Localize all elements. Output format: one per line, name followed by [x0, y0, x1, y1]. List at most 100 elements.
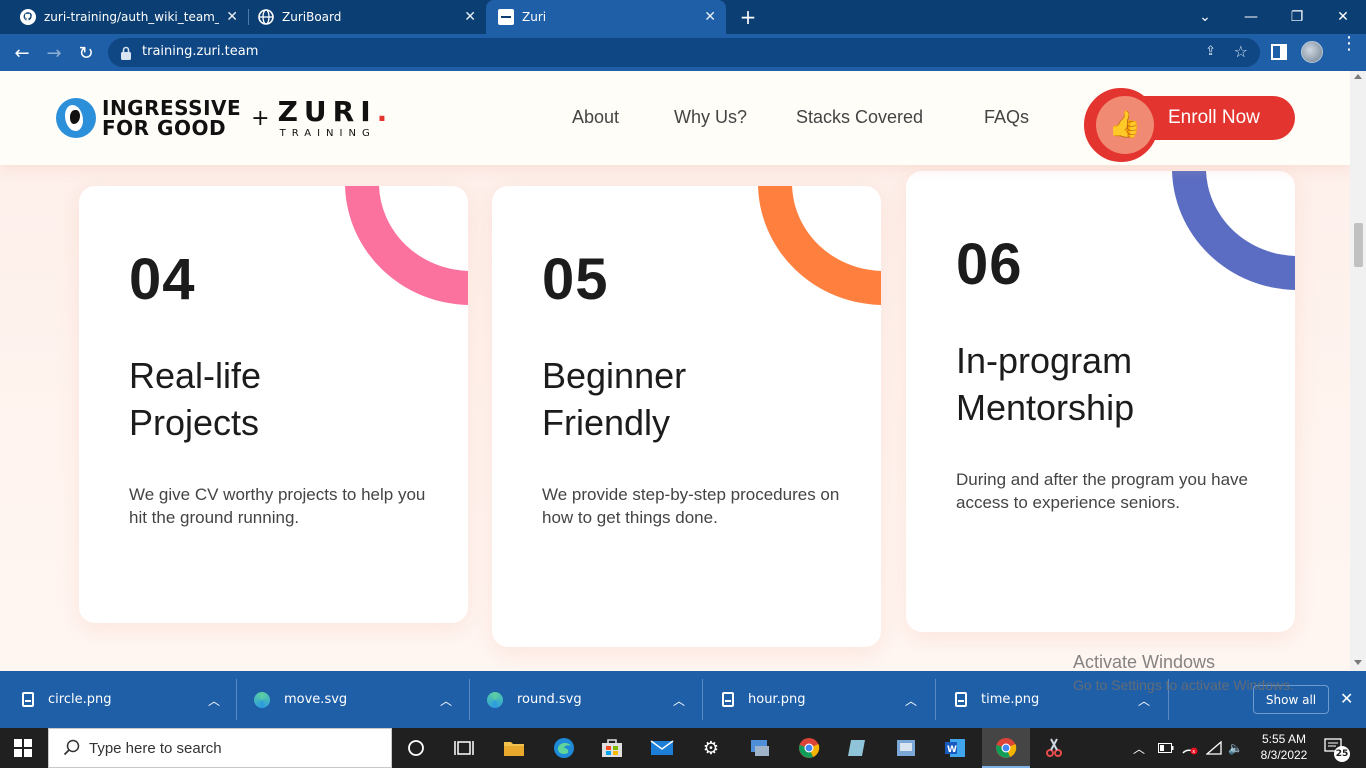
- feature-title: Real-life Projects: [129, 355, 262, 443]
- file-icon: [22, 692, 34, 707]
- browser-toolbar: ← → ↻ training.zuri.team ⇪ ☆: [0, 34, 1366, 71]
- download-divider: [469, 679, 470, 720]
- photos-app-icon[interactable]: [894, 736, 918, 760]
- taskbar-search-box[interactable]: Type here to search: [48, 728, 392, 768]
- task-view-icon[interactable]: [452, 736, 476, 760]
- nav-link-faqs[interactable]: FAQs: [984, 107, 1029, 128]
- site-logo[interactable]: INGRESSIVE FOR GOOD + ZURI. TRAINING: [56, 95, 393, 141]
- nav-link-about[interactable]: About: [572, 107, 619, 128]
- download-filename: circle.png: [48, 692, 112, 707]
- file-icon: [955, 692, 967, 707]
- close-icon[interactable]: ✕: [704, 9, 716, 25]
- cortana-icon[interactable]: [404, 736, 428, 760]
- url-text[interactable]: training.zuri.team: [142, 44, 258, 59]
- edge-browser-icon[interactable]: [552, 736, 576, 760]
- watermark-subtitle: Go to Settings to activate Windows.: [1073, 677, 1294, 693]
- feature-description: During and after the program you have ac…: [956, 470, 1249, 512]
- decorative-arc-pink: [345, 186, 468, 305]
- github-icon: [20, 9, 36, 25]
- side-panel-icon[interactable]: [1270, 43, 1288, 61]
- nav-link-stacks-covered[interactable]: Stacks Covered: [796, 107, 923, 128]
- profile-avatar[interactable]: [1301, 41, 1323, 63]
- window-close-icon[interactable]: ✕: [1320, 0, 1366, 34]
- file-icon: [722, 692, 734, 707]
- share-icon[interactable]: ⇪: [1205, 44, 1216, 59]
- download-filename: round.svg: [517, 692, 582, 707]
- zuri-wordmark: ZURI. TRAINING: [278, 97, 394, 139]
- edge-icon: [254, 691, 270, 708]
- minimize-icon[interactable]: —: [1228, 0, 1274, 34]
- back-icon[interactable]: ←: [9, 40, 35, 66]
- close-downloads-icon[interactable]: ✕: [1340, 689, 1353, 708]
- download-divider: [702, 679, 703, 720]
- file-explorer-icon[interactable]: [502, 736, 526, 760]
- tab-zuriboard[interactable]: ZuriBoard ✕: [238, 0, 486, 34]
- show-hidden-icons[interactable]: ︿: [1133, 728, 1145, 768]
- notification-count-badge: 25: [1334, 746, 1350, 762]
- download-item[interactable]: circle.png ︿: [22, 671, 236, 728]
- enroll-now-button[interactable]: 👍 Enroll Now: [1084, 88, 1295, 162]
- word-icon[interactable]: W: [943, 736, 967, 760]
- download-item[interactable]: move.svg ︿: [254, 671, 468, 728]
- chevron-up-icon[interactable]: ︿: [905, 692, 917, 709]
- thumbs-up-icon: 👍: [1096, 96, 1154, 154]
- snipping-tool-icon[interactable]: [1042, 736, 1066, 760]
- scroll-down-icon[interactable]: [1354, 660, 1362, 665]
- svg-text:W: W: [947, 745, 957, 755]
- scrollbar-thumb[interactable]: [1354, 223, 1363, 267]
- action-center-icon[interactable]: 25: [1324, 738, 1352, 762]
- chevron-up-icon[interactable]: ︿: [673, 692, 685, 709]
- address-bar[interactable]: training.zuri.team ⇪ ☆: [108, 38, 1260, 67]
- feature-card-beginner-friendly: 05 Beginner Friendly We provide step-by-s…: [492, 186, 881, 647]
- download-item[interactable]: hour.png ︿: [722, 671, 936, 728]
- clock-time: 5:55 AM: [1261, 732, 1307, 746]
- chrome-icon[interactable]: [797, 736, 821, 760]
- wifi-icon[interactable]: [1206, 728, 1222, 768]
- restore-icon[interactable]: ❐: [1274, 0, 1320, 34]
- page-viewport: INGRESSIVE FOR GOOD + ZURI. TRAINING Abo…: [0, 71, 1350, 671]
- volume-icon[interactable]: 🔈: [1228, 728, 1243, 768]
- reload-icon[interactable]: ↻: [73, 40, 99, 66]
- enroll-now-label: Enroll Now: [1168, 107, 1260, 128]
- scroll-up-icon[interactable]: [1354, 74, 1362, 79]
- windows-start-icon[interactable]: [14, 739, 32, 757]
- logo-training: TRAINING: [279, 127, 376, 139]
- page-scrollbar[interactable]: [1350, 71, 1366, 671]
- forward-icon[interactable]: →: [41, 40, 67, 66]
- chevron-up-icon[interactable]: ︿: [440, 692, 452, 709]
- feature-title: Beginner Friendly: [542, 355, 687, 443]
- browser-tab-strip: zuri-training/auth_wiki_team_1_p ✕ ZuriB…: [0, 0, 1366, 34]
- microsoft-store-icon[interactable]: [600, 736, 624, 760]
- tab-title: zuri-training/auth_wiki_team_1_p: [44, 10, 219, 24]
- close-icon[interactable]: ✕: [226, 9, 238, 25]
- download-filename: move.svg: [284, 692, 348, 707]
- tab-zuri[interactable]: Zuri ✕: [486, 0, 726, 34]
- feature-title: In-program Mentorship: [956, 340, 1135, 428]
- tab-search-icon[interactable]: ⌄: [1182, 0, 1228, 34]
- notes-app-icon[interactable]: [846, 736, 870, 760]
- close-icon[interactable]: ✕: [464, 9, 476, 25]
- download-item[interactable]: round.svg ︿: [487, 671, 701, 728]
- tab-github[interactable]: zuri-training/auth_wiki_team_1_p ✕: [0, 0, 248, 34]
- watermark-title: Activate Windows: [1073, 652, 1216, 672]
- chevron-up-icon[interactable]: ︿: [1138, 692, 1150, 709]
- download-filename: time.png: [981, 692, 1040, 707]
- new-tab-button[interactable]: +: [738, 5, 758, 29]
- download-divider: [935, 679, 936, 720]
- network-error-icon[interactable]: x: [1181, 728, 1199, 768]
- download-filename: hour.png: [748, 692, 806, 707]
- lock-icon[interactable]: [121, 45, 131, 64]
- nav-link-why-us[interactable]: Why Us?: [674, 107, 747, 128]
- bookmark-star-icon[interactable]: ☆: [1234, 42, 1248, 61]
- control-panel-icon[interactable]: [748, 736, 772, 760]
- site-header: INGRESSIVE FOR GOOD + ZURI. TRAINING Abo…: [0, 71, 1350, 165]
- more-menu-icon[interactable]: ⋮: [1340, 35, 1358, 53]
- chevron-up-icon[interactable]: ︿: [208, 692, 220, 709]
- mail-icon[interactable]: [650, 736, 674, 760]
- chrome-active-icon[interactable]: [994, 736, 1018, 760]
- battery-icon[interactable]: [1158, 728, 1174, 768]
- taskbar-clock[interactable]: 5:55 AM 8/3/2022: [1249, 731, 1319, 763]
- edge-icon: [487, 691, 503, 708]
- settings-gear-icon[interactable]: ⚙: [699, 736, 723, 760]
- feature-card-in-program-mentorship: 06 In-program Mentorship During and after…: [906, 171, 1295, 632]
